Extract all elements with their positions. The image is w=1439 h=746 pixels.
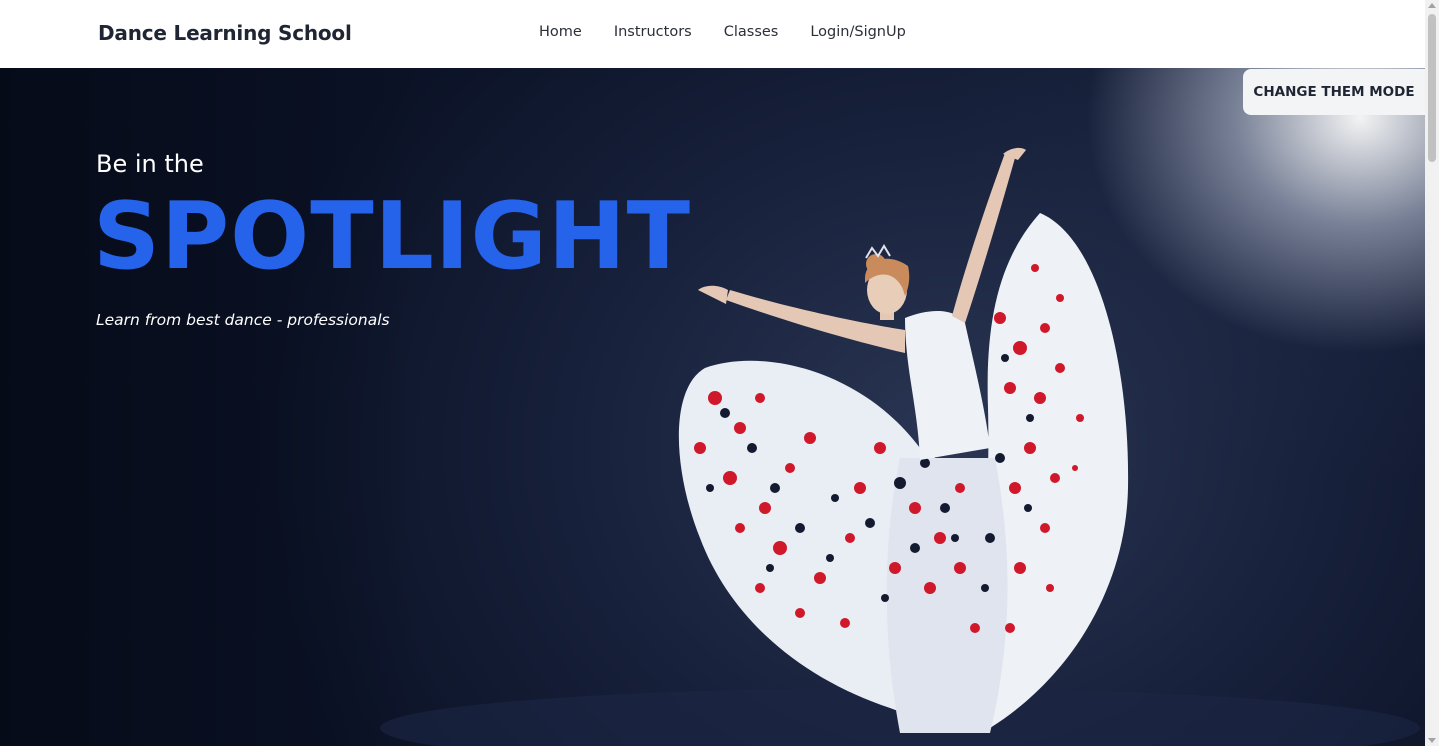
scroll-up-arrow-icon[interactable] xyxy=(1428,3,1436,8)
hero-dancer-image xyxy=(380,147,1420,746)
change-theme-mode-button[interactable]: CHANGE THEM MODE xyxy=(1243,69,1425,115)
navbar: Dance Learning School Home Instructors C… xyxy=(0,0,1425,68)
page-scrollbar[interactable] xyxy=(1425,0,1439,746)
hero-section: Be in the SPOTLIGHT Learn from best danc… xyxy=(0,68,1425,746)
nav-link-instructors[interactable]: Instructors xyxy=(614,24,692,40)
scrollbar-thumb[interactable] xyxy=(1428,14,1436,162)
hero-title: SPOTLIGHT xyxy=(93,182,692,290)
nav-links: Home Instructors Classes Login/SignUp xyxy=(539,24,938,40)
nav-link-home[interactable]: Home xyxy=(539,24,582,40)
hero-subtitle: Be in the xyxy=(96,150,204,178)
nav-link-classes[interactable]: Classes xyxy=(724,24,779,40)
hero-tagline: Learn from best dance - professionals xyxy=(96,311,390,329)
scroll-down-arrow-icon[interactable] xyxy=(1428,738,1436,743)
nav-link-login-signup[interactable]: Login/SignUp xyxy=(810,24,905,40)
brand-logo-text[interactable]: Dance Learning School xyxy=(98,21,352,45)
